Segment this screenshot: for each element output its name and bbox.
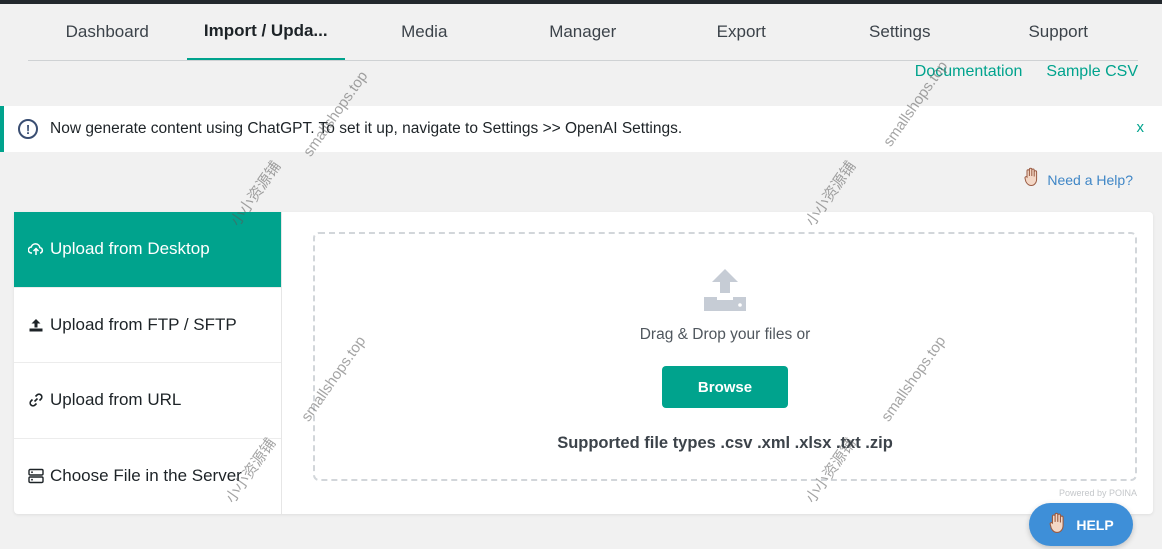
notice-banner: ! Now generate content using ChatGPT. To… <box>0 106 1162 152</box>
need-help-label: Need a Help? <box>1047 171 1133 188</box>
documentation-link[interactable]: Documentation <box>915 63 1023 81</box>
info-icon: ! <box>18 119 38 139</box>
powered-by-text: Powered by POINA <box>1058 488 1137 498</box>
upload-tray-icon <box>700 267 750 318</box>
help-button-label: HELP <box>1076 516 1114 533</box>
upload-source-menu: Upload from Desktop Upload from FTP / SF… <box>14 212 282 514</box>
upload-panel: Upload from Desktop Upload from FTP / SF… <box>14 212 1153 514</box>
hand-icon <box>1023 167 1041 192</box>
help-links: Documentation Sample CSV <box>915 63 1138 81</box>
sidebar-item-label: Upload from Desktop <box>50 239 210 259</box>
sidebar-item-choose-server[interactable]: Choose File in the Server <box>14 439 281 515</box>
tab-dashboard[interactable]: Dashboard <box>28 4 187 60</box>
main-tabs: Dashboard Import / Upda... Media Manager… <box>28 4 1138 61</box>
notice-close-button[interactable]: x <box>1137 119 1145 136</box>
upload-icon <box>28 317 44 333</box>
supported-file-types: Supported file types .csv .xml .xlsx .tx… <box>557 434 893 452</box>
browse-button[interactable]: Browse <box>662 366 788 408</box>
sidebar-item-label: Upload from FTP / SFTP <box>50 314 237 334</box>
sample-csv-link[interactable]: Sample CSV <box>1046 63 1138 81</box>
sidebar-item-label: Choose File in the Server <box>50 466 242 486</box>
notice-text: Now generate content using ChatGPT. To s… <box>50 120 683 137</box>
drag-drop-text: Drag & Drop your files or <box>639 326 811 343</box>
tab-settings[interactable]: Settings <box>821 4 980 60</box>
sidebar-item-label: Upload from URL <box>50 390 182 410</box>
tab-export[interactable]: Export <box>662 4 821 60</box>
link-icon <box>28 392 44 408</box>
tab-support[interactable]: Support <box>979 4 1138 60</box>
sidebar-item-upload-desktop[interactable]: Upload from Desktop <box>14 212 281 288</box>
need-help-link[interactable]: Need a Help? <box>1023 167 1133 192</box>
hand-icon <box>1048 511 1068 538</box>
server-icon <box>28 468 44 484</box>
tab-import-update[interactable]: Import / Upda... <box>186 4 345 60</box>
cloud-upload-icon <box>28 241 44 257</box>
sidebar-item-upload-ftp[interactable]: Upload from FTP / SFTP <box>14 288 281 363</box>
tab-media[interactable]: Media <box>345 4 504 60</box>
sidebar-item-upload-url[interactable]: Upload from URL <box>14 363 281 439</box>
file-dropzone[interactable]: Drag & Drop your files or Browse Support… <box>313 232 1137 481</box>
help-button[interactable]: HELP <box>1029 503 1133 546</box>
tab-manager[interactable]: Manager <box>504 4 663 60</box>
